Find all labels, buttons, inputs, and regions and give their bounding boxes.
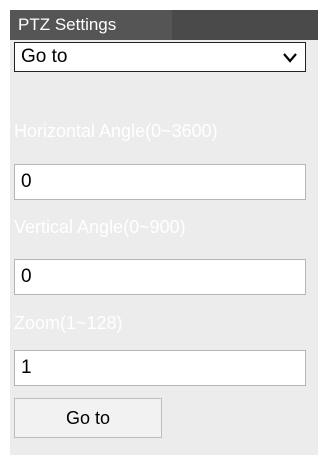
zoom-input[interactable]: 1 (14, 350, 306, 386)
vertical-angle-input[interactable]: 0 (14, 259, 306, 295)
horizontal-angle-input[interactable]: 0 (14, 164, 306, 200)
panel-body (10, 40, 318, 455)
panel-title: PTZ Settings (10, 10, 172, 40)
go-to-button[interactable]: Go to (14, 398, 162, 438)
ptz-mode-value: Go to (21, 46, 68, 67)
chevron-down-icon (283, 53, 297, 63)
panel-header: PTZ Settings (10, 10, 318, 40)
zoom-label: Zoom(1~128) (14, 313, 123, 333)
vertical-angle-label: Vertical Angle(0~900) (14, 217, 186, 237)
ptz-mode-select[interactable]: Go to (14, 42, 306, 72)
horizontal-angle-label: Horizontal Angle(0~3600) (14, 121, 218, 141)
